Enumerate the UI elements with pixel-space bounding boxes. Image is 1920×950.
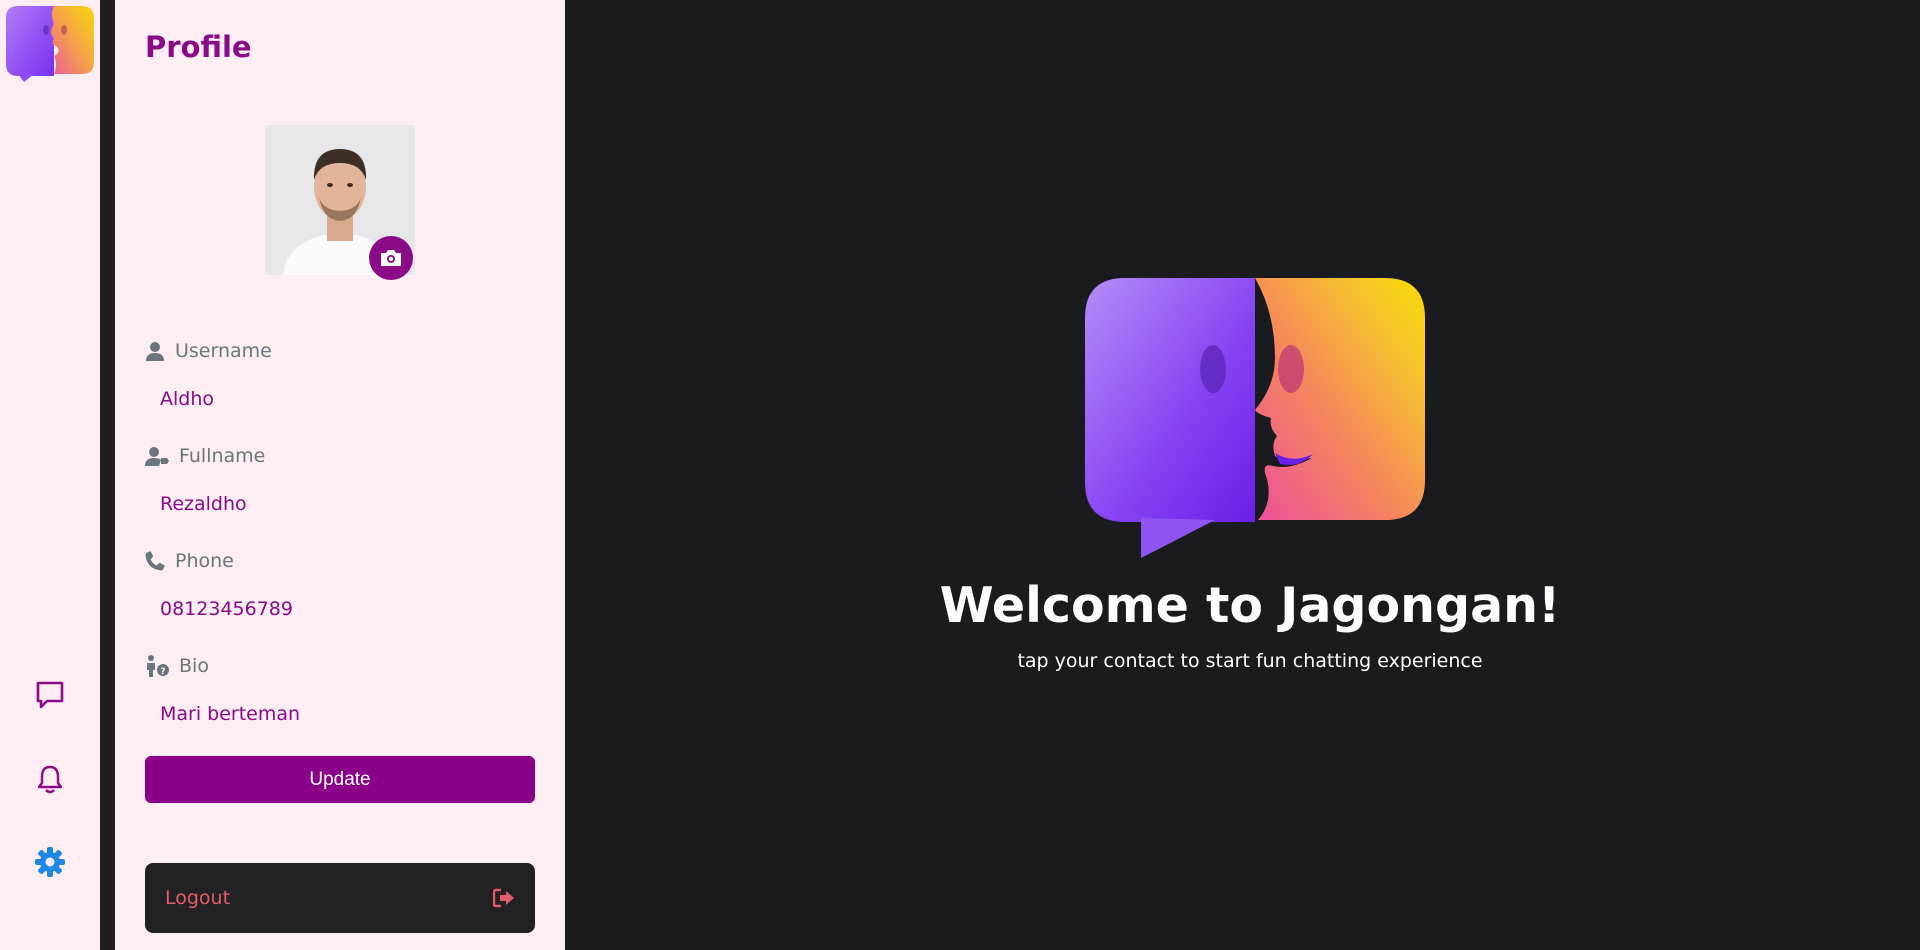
gear-icon [35, 847, 65, 877]
phone-label: Phone [145, 550, 234, 572]
phone-label-text: Phone [175, 550, 234, 572]
welcome-title: Welcome to Jagongan! [939, 577, 1561, 634]
main-welcome-area: Welcome to Jagongan! tap your contact to… [565, 0, 1920, 950]
bio-label: ? Bio [145, 655, 209, 677]
welcome-subtitle: tap your contact to start fun chatting e… [1017, 650, 1483, 672]
username-label-text: Username [175, 340, 272, 362]
user-icon [146, 342, 164, 361]
person-question-icon: ? [147, 655, 169, 677]
panel-title: Profile [145, 30, 252, 64]
username-value[interactable]: Aldho [160, 388, 214, 410]
username-label: Username [145, 340, 272, 362]
bell-icon [37, 765, 63, 794]
logout-label: Logout [165, 887, 231, 909]
fullname-label-text: Fullname [179, 445, 266, 467]
bio-value[interactable]: Mari berteman [160, 703, 300, 725]
logout-icon [493, 888, 514, 908]
app-logo-icon[interactable] [4, 4, 96, 84]
fullname-label: Fullname [145, 445, 265, 467]
camera-icon [381, 250, 401, 266]
change-photo-button[interactable] [369, 236, 413, 280]
rail-divider [100, 0, 115, 950]
user-tag-icon [145, 447, 169, 466]
profile-panel: Profile Username Aldho Fullname Rezaldho… [115, 0, 565, 950]
bio-label-text: Bio [179, 655, 209, 677]
settings-nav-button[interactable] [30, 842, 70, 882]
fullname-value[interactable]: Rezaldho [160, 493, 247, 515]
logout-button[interactable]: Logout [145, 863, 535, 933]
jagongan-logo-icon [1085, 278, 1425, 558]
svg-text:?: ? [160, 667, 165, 677]
icon-rail [0, 0, 100, 950]
update-button[interactable]: Update [145, 756, 535, 803]
chats-nav-button[interactable] [30, 675, 70, 715]
notifications-nav-button[interactable] [30, 759, 70, 799]
phone-value[interactable]: 08123456789 [160, 598, 293, 620]
phone-icon [145, 551, 165, 571]
chat-icon [36, 681, 64, 709]
avatar-container [265, 125, 415, 280]
